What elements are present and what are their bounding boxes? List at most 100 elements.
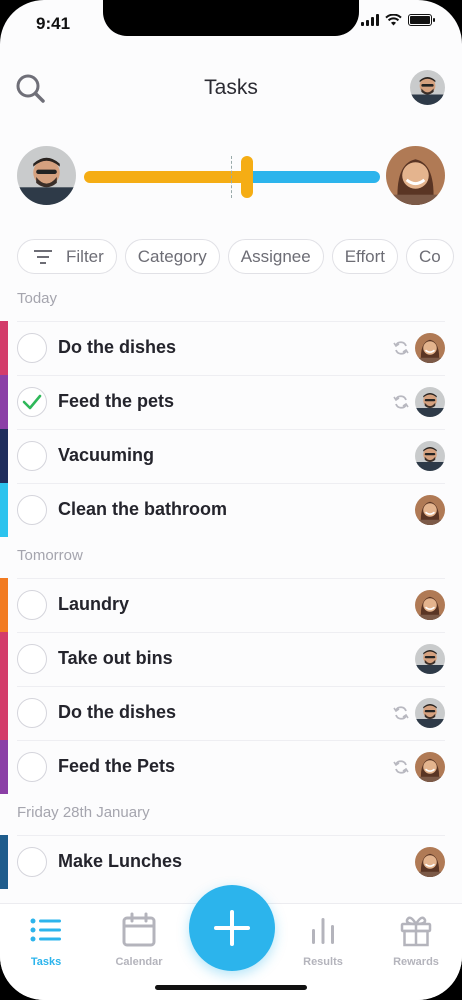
divider (17, 578, 445, 579)
category-color-stripe (0, 321, 8, 375)
task-row[interactable]: Do the dishes (0, 686, 462, 740)
divider (17, 835, 445, 836)
checkmark-icon (22, 394, 42, 410)
assignee-avatar[interactable] (415, 333, 445, 363)
task-row[interactable]: Laundry (0, 578, 462, 632)
filter-chip-co[interactable]: Co (406, 239, 454, 274)
task-row[interactable]: Clean the bathroom (0, 483, 462, 537)
tab-label: Tasks (30, 956, 62, 968)
tab-results[interactable]: Results (283, 912, 363, 968)
task-title: Feed the pets (58, 391, 175, 411)
complete-checkbox[interactable] (17, 698, 47, 728)
battery-icon (408, 14, 435, 26)
complete-checkbox[interactable] (17, 495, 47, 525)
divider (17, 740, 445, 741)
assignee-avatar[interactable] (415, 441, 445, 471)
filter-chip-label: Filter (66, 246, 104, 266)
repeat-icon (393, 760, 409, 774)
divider (17, 483, 445, 484)
balance-track-left (84, 171, 247, 183)
complete-checkbox[interactable] (17, 752, 47, 782)
task-row[interactable]: Make Lunches (0, 835, 462, 889)
assignee-avatar[interactable] (415, 590, 445, 620)
calendar-icon (122, 912, 156, 947)
tab-calendar[interactable]: Calendar (99, 912, 179, 968)
task-row[interactable]: Do the dishes (0, 321, 462, 375)
complete-checkbox[interactable] (17, 387, 47, 417)
task-row[interactable]: Feed the Pets (0, 740, 462, 794)
notch (103, 0, 359, 36)
balance-center-marker (231, 156, 232, 198)
avatar (17, 146, 76, 205)
filter-chip-effort[interactable]: Effort (331, 239, 399, 274)
assignee-avatar[interactable] (415, 495, 445, 525)
complete-checkbox[interactable] (17, 333, 47, 363)
filter-chip-filter[interactable]: Filter (17, 239, 117, 274)
section-label: Today (17, 290, 58, 307)
status-time: 9:41 (36, 14, 71, 33)
complete-checkbox[interactable] (17, 590, 47, 620)
complete-checkbox[interactable] (17, 644, 47, 674)
category-color-stripe (0, 578, 8, 632)
assignee-avatar[interactable] (415, 847, 445, 877)
filter-chip-label: Assignee (240, 246, 311, 266)
add-task-button[interactable] (189, 885, 275, 971)
filter-chip-category[interactable]: Category (124, 239, 220, 274)
filter-chip-bar: Filter Category Assignee Effort Co (17, 239, 462, 275)
divider (17, 429, 445, 430)
category-color-stripe (0, 429, 8, 483)
section-label: Tomorrow (17, 547, 83, 564)
repeat-icon (393, 341, 409, 355)
task-title: Clean the bathroom (58, 499, 228, 519)
tab-label: Rewards (393, 956, 439, 968)
phone-screen: 9:41 Tasks Filter Category Assignee Effo… (0, 0, 462, 1000)
profile-avatar-button[interactable] (410, 70, 445, 105)
plus-icon (214, 910, 250, 946)
status-icons (361, 14, 435, 26)
complete-checkbox[interactable] (17, 847, 47, 877)
tab-label: Calendar (115, 956, 163, 968)
assignee-avatar[interactable] (415, 644, 445, 674)
category-color-stripe (0, 375, 8, 429)
assignee-avatar[interactable] (415, 752, 445, 782)
bar-chart-icon (312, 918, 334, 944)
task-title: Feed the Pets (58, 756, 176, 776)
page-title: Tasks (204, 76, 258, 99)
filter-chip-assignee[interactable]: Assignee (227, 239, 324, 274)
divider (17, 632, 445, 633)
tab-label: Results (303, 956, 343, 968)
category-color-stripe (0, 835, 8, 889)
task-title: Make Lunches (58, 851, 183, 871)
category-color-stripe (0, 686, 8, 740)
assignee-avatar[interactable] (415, 698, 445, 728)
task-row[interactable]: Feed the pets (0, 375, 462, 429)
divider (17, 686, 445, 687)
task-title: Take out bins (58, 648, 173, 668)
task-row[interactable]: Vacuuming (0, 429, 462, 483)
task-title: Laundry (58, 594, 130, 614)
category-color-stripe (0, 632, 8, 686)
effort-balance-bar (0, 144, 462, 208)
balance-track-right (247, 171, 380, 183)
task-title: Do the dishes (58, 702, 177, 722)
list-icon (30, 918, 61, 942)
divider (17, 375, 445, 376)
repeat-icon (393, 706, 409, 720)
task-row[interactable]: Take out bins (0, 632, 462, 686)
home-indicator (155, 985, 307, 990)
filter-chip-label: Effort (344, 246, 386, 266)
tab-rewards[interactable]: Rewards (376, 912, 456, 968)
repeat-icon (393, 395, 409, 409)
tab-tasks[interactable]: Tasks (6, 912, 86, 968)
assignee-avatar[interactable] (415, 387, 445, 417)
category-color-stripe (0, 740, 8, 794)
filter-chip-label: Co (419, 246, 441, 266)
divider (17, 321, 445, 322)
balance-slider-thumb[interactable] (241, 156, 253, 198)
complete-checkbox[interactable] (17, 441, 47, 471)
avatar (410, 70, 445, 105)
wifi-icon (385, 14, 402, 26)
filter-chip-label: Category (137, 246, 207, 266)
category-color-stripe (0, 483, 8, 537)
task-title: Do the dishes (58, 337, 177, 357)
